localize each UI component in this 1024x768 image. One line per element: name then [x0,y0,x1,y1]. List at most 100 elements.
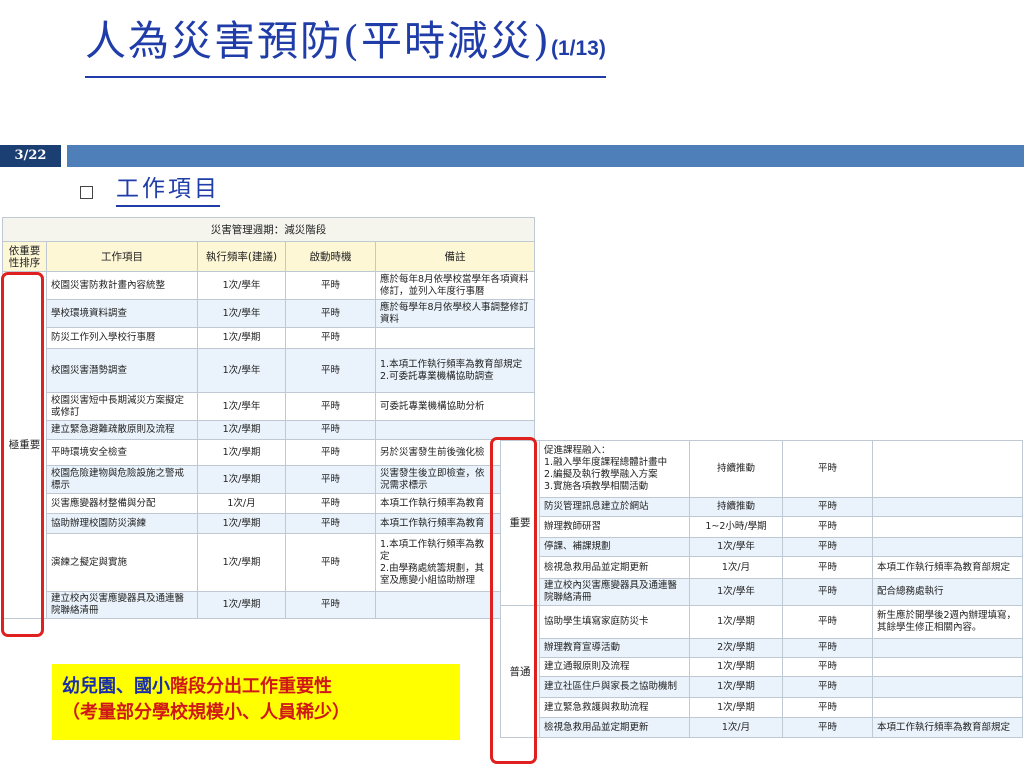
item-cell: 促進課程融入： 1.融入學年度課程總體計畫中 2.編擬及執行教學融入方案 3.實施各項… [539,440,690,498]
header-bar: 3/22 [0,145,1024,167]
item-cell: 校園災害潛勢調查 [46,348,198,393]
note-cell: 應於每年8月依學校當學年各項資料修訂，並列入年度行事曆 [374,271,536,300]
table-row: 平時環境安全檢查 1次/學期 平時 另於災害發生前後強化檢 [3,439,536,466]
section-subtitle: 工作項目 [116,173,220,207]
timing-cell: 平時 [285,327,376,349]
frequency-cell: 1次/學年 [197,271,286,300]
table-row: 停課、補課規劃 1次/學年 平時 [501,537,1023,557]
callout-text: 階段分出工作重要性 [170,676,332,697]
frequency-cell: 1次/學期 [197,439,286,466]
timing-cell: 平時 [285,513,376,534]
callout-highlight-text: 幼兒園、國小 [62,676,170,697]
item-cell: 校園災害短中長期減災方案擬定或修訂 [46,392,198,421]
timing-cell: 平時 [782,638,873,658]
timing-cell: 平時 [782,697,873,718]
timing-cell: 平時 [285,439,376,466]
table-row: 檢視急救用品並定期更新 1次/月 平時 本項工作執行頻率為教育部規定 [501,556,1023,579]
note-cell [872,676,1023,698]
frequency-cell: 1次/學期 [197,533,286,592]
timing-cell: 平時 [782,676,873,698]
item-cell: 防災管理訊息建立於網站 [539,497,690,517]
table-row: 辦理教育宣導活動 2次/學期 平時 [501,638,1023,658]
timing-cell: 平時 [285,392,376,421]
table-row: 建立緊急避難疏散原則及流程 1次/學期 平時 [3,420,536,440]
frequency-cell: 1次/月 [689,556,783,579]
callout-note: 幼兒園、國小階段分出工作重要性 （考量部分學校規模小、人員稀少） [52,664,460,740]
frequency-cell: 1次/學期 [689,605,783,639]
table-caption: 災害管理週期：減災階段 [1,217,536,242]
header-bar-stripe [67,145,1024,167]
timing-cell: 平時 [285,533,376,592]
frequency-cell: 1次/學年 [197,392,286,421]
table-row: 檢視急救用品並定期更新 1次/月 平時 本項工作執行頻率為教育部規定 [501,717,1023,738]
item-cell: 建立緊急救護與救助流程 [539,697,690,718]
note-cell [872,537,1023,557]
frequency-cell: 1次/學期 [197,420,286,440]
header-priority: 依重要性排序 [2,241,47,272]
item-cell: 災害應變器材整備與分配 [46,493,198,514]
frequency-cell: 1次/學年 [689,578,783,606]
item-cell: 建立校內災害應變器具及通連醫院聯絡清冊 [539,578,690,606]
table-row: 演練之擬定與實施 1次/學期 平時 1.本項工作執行頻率為教定 2.由學務處統籌規劃，其… [3,533,536,592]
item-cell: 防災工作列入學校行事曆 [46,327,198,349]
table-row: 協助辦理校園防災演練 1次/學期 平時 本項工作執行頻率為教育 [3,513,536,534]
work-items-table-secondary: 重要 促進課程融入： 1.融入學年度課程總體計畫中 2.編擬及執行教學融入方案 3.實施… [500,440,1023,738]
table-row: 建立校內災害應變器具及通連醫院聯絡清冊 1次/學期 平時 [3,591,536,619]
frequency-cell: 1次/月 [197,493,286,514]
table-row: 校園災害短中長期減災方案擬定或修訂 1次/學年 平時 可委託專業機構協助分析 [3,392,536,421]
table-row: 建立校內災害應變器具及通連醫院聯絡清冊 1次/學年 平時 配合總務處執行 [501,578,1023,606]
slide-title: 人為災害預防(平時減災)(1/13) [85,14,606,78]
frequency-cell: 2次/學期 [689,638,783,658]
page-indicator: 3/22 [14,148,47,163]
frequency-cell: 1~2小時/學期 [689,516,783,538]
timing-cell: 平時 [285,348,376,393]
frequency-cell: 1次/月 [689,717,783,738]
item-cell: 建立社區住戶與家長之協助機制 [539,676,690,698]
note-cell: 1.本項工作執行頻率為教育部規定 2.可委託專業機構協助調查 [374,348,536,393]
item-cell: 校園災害防救計畫內容統整 [46,271,198,300]
item-cell: 建立緊急避難疏散原則及流程 [46,420,198,440]
timing-cell: 平時 [285,271,376,300]
frequency-cell: 1次/學期 [689,657,783,677]
item-cell: 協助學生填寫家庭防災卡 [539,605,690,639]
item-cell: 演練之擬定與實施 [46,533,198,592]
frequency-cell: 1次/學年 [197,299,286,328]
header-note: 備註 [374,241,536,272]
timing-cell: 平時 [285,420,376,440]
note-cell: 本項工作執行頻率為教育部規定 [872,717,1023,738]
frequency-cell: 1次/學期 [197,327,286,349]
table-row: 防災管理訊息建立於網站 持續推動 平時 [501,497,1023,517]
item-cell: 學校環境資料調查 [46,299,198,328]
table-row: 重要 促進課程融入： 1.融入學年度課程總體計畫中 2.編擬及執行教學融入方案 3.實施… [500,440,1023,606]
item-cell: 辦理教育宣導活動 [539,638,690,658]
callout-line-1: 幼兒園、國小階段分出工作重要性 [62,674,460,700]
table-row: 防災工作列入學校行事曆 1次/學期 平時 [3,327,536,349]
table-row: 建立緊急救護與救助流程 1次/學期 平時 [501,697,1023,718]
item-cell: 平時環境安全檢查 [46,439,198,466]
note-cell [872,440,1023,498]
title-page-fraction: (1/13) [551,37,606,60]
timing-cell: 平時 [782,657,873,677]
note-cell [872,697,1023,718]
timing-cell: 平時 [782,537,873,557]
highlight-frame-critical [1,272,44,637]
table-row: 學校環境資料調查 1次/學年 平時 應於每學年8月依學校人事調整修訂資料 [3,299,536,328]
note-cell: 本項工作執行頻率為教育部規定 [872,556,1023,579]
table-row: 普通 協助學生填寫家庭防災卡 1次/學期 平時 新生應於開學後2週內辦理填寫，其餘學生修… [500,605,1023,738]
page-indicator-box: 3/22 [0,145,61,167]
item-cell: 校園危險建物與危險設施之警戒標示 [46,465,198,494]
item-cell: 檢視急救用品並定期更新 [539,717,690,738]
frequency-cell: 持續推動 [689,440,783,498]
item-cell: 協助辦理校園防災演練 [46,513,198,534]
title-main: 人為災害預防(平時減災) [85,17,551,65]
table-row: 建立社區住戶與家長之協助機制 1次/學期 平時 [501,676,1023,698]
item-cell: 檢視急救用品並定期更新 [539,556,690,579]
item-cell: 建立校內災害應變器具及通連醫院聯絡清冊 [46,591,198,619]
table-row: 災害應變器材整備與分配 1次/月 平時 本項工作執行頻率為教育 [3,493,536,514]
timing-cell: 平時 [782,556,873,579]
note-cell [872,516,1023,538]
frequency-cell: 1次/學期 [197,465,286,494]
callout-line-2: （考量部分學校規模小、人員稀少） [62,702,350,723]
timing-cell: 平時 [782,578,873,606]
timing-cell: 平時 [285,591,376,619]
